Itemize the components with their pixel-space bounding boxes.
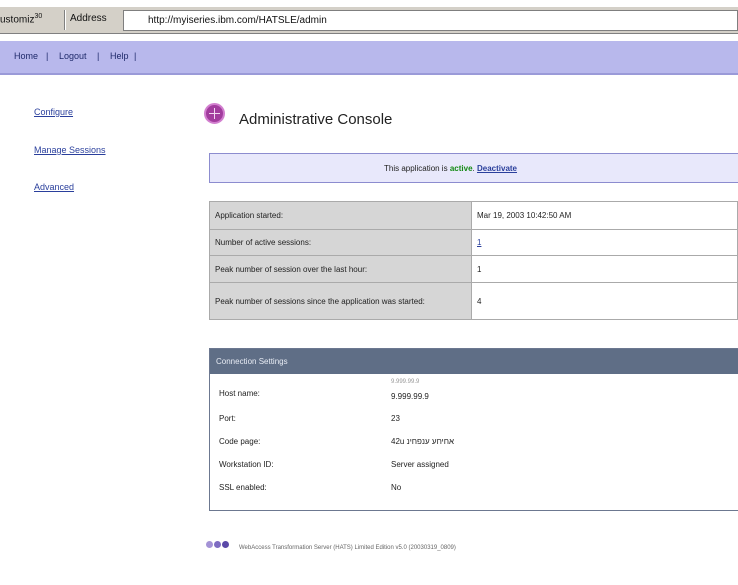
top-nav-bar: Home | Logout | Help | [0,41,738,75]
nav-help-link[interactable]: Help [110,51,129,61]
nav-separator: | [134,51,137,61]
stat-label: Peak number of sessions since the applic… [209,282,472,320]
table-row: Peak number of sessions since the applic… [209,282,738,320]
table-row: Application started: Mar 19, 2003 10:42:… [209,201,738,230]
sidebar-item-manage-sessions[interactable]: Manage Sessions [34,145,106,155]
customize-badge: 30 [34,13,43,20]
dot-icon [222,541,229,548]
footer-version-text: WebAccess Transformation Server (HATS) L… [239,545,456,551]
browser-address-bar: ustomiz30 Address http://myiseries.ibm.c… [0,6,738,34]
host-name-faint-text: 9.999.99.9 [391,379,420,385]
ssl-enabled-label: SSL enabled: [219,483,267,492]
code-page-label: Code page: [219,437,261,446]
connection-settings-header: Connection Settings [210,349,738,374]
stat-label: Number of active sessions: [209,229,472,256]
port-label: Port: [219,414,236,423]
code-page-value: 42u אחיחע ענפחינ [391,437,455,446]
stat-value: Mar 19, 2003 10:42:50 AM [471,201,738,230]
stat-value-cell: 1 [471,229,738,256]
workstation-id-label: Workstation ID: [219,460,274,469]
ssl-enabled-value: No [391,483,402,492]
page-title: Administrative Console [239,111,393,128]
connection-settings-panel: Connection Settings 9.999.99.9 Host name… [209,348,738,511]
host-name-value: 9.999.99.9 [391,392,429,401]
stat-value: 1 [471,255,738,283]
table-row: Peak number of session over the last hou… [209,255,738,283]
stat-label: Peak number of session over the last hou… [209,255,472,283]
sidebar-item-configure[interactable]: Configure [34,107,73,117]
status-prefix: This application is [384,164,448,173]
status-banner: This application is active. Deactivate [209,153,738,183]
workstation-id-value: Server assigned [391,460,449,469]
port-value: 23 [391,414,400,423]
dot-icon [214,541,221,548]
sidebar-item-advanced[interactable]: Advanced [34,182,74,192]
deactivate-link[interactable]: Deactivate [477,164,517,173]
stat-label: Application started: [209,201,472,230]
status-state: active [449,164,473,173]
dot-icon [206,541,213,548]
host-name-label: Host name: [219,389,260,398]
address-input[interactable]: http://myiseries.ibm.com/HATSLE/admin [123,10,738,31]
session-stats-table: Application started: Mar 19, 2003 10:42:… [209,201,738,320]
toolbar-separator [64,10,66,30]
stat-value: 4 [471,282,738,320]
globe-icon [204,103,225,124]
table-row: Number of active sessions: 1 [209,229,738,256]
nav-logout-link[interactable]: Logout [59,51,87,61]
nav-home-link[interactable]: Home [14,51,38,61]
active-sessions-link[interactable]: 1 [477,238,481,247]
footer-logo-dots [206,540,230,550]
customize-links-label[interactable]: ustomiz30 [0,13,42,25]
nav-separator: | [97,51,100,61]
nav-separator: | [46,51,49,61]
address-label: Address [70,13,107,24]
